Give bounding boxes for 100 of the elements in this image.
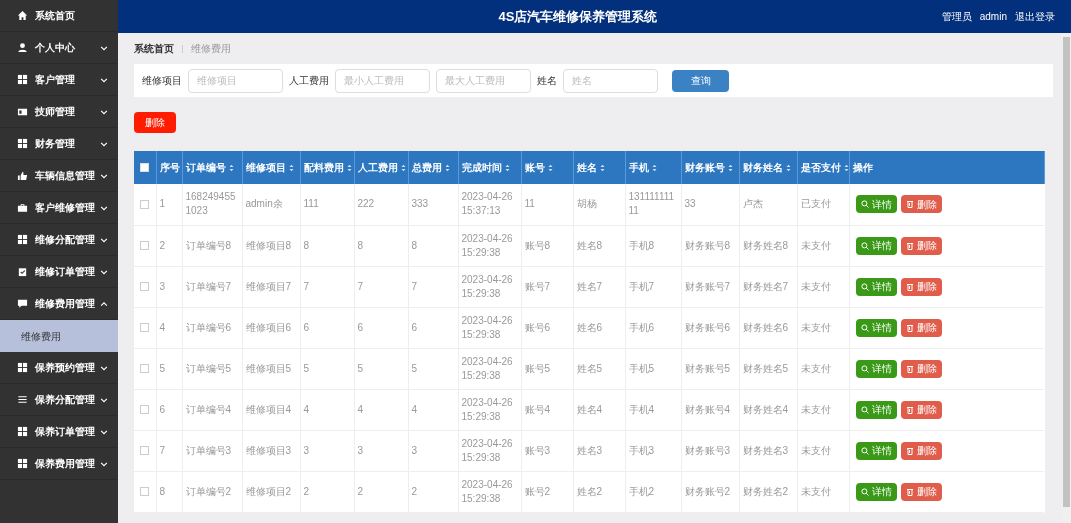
sidebar-item[interactable]: 维修分配管理 — [0, 224, 118, 256]
sort-icon[interactable] — [843, 163, 849, 172]
sidebar-item[interactable]: 保养费用管理 — [0, 448, 118, 480]
sort-icon[interactable] — [400, 163, 406, 172]
column-header[interactable]: 人工费用 — [357, 160, 406, 175]
sidebar-item[interactable]: 维修订单管理 — [0, 256, 118, 288]
sort-icon[interactable] — [346, 163, 352, 172]
table-cell: 222 — [354, 184, 408, 225]
row-checkbox[interactable] — [140, 241, 149, 250]
detail-button[interactable]: 详情 — [855, 195, 897, 214]
sort-icon[interactable] — [504, 163, 510, 172]
delete-button[interactable]: 删除 — [900, 277, 942, 296]
table-cell: 姓名3 — [573, 430, 625, 471]
column-header[interactable]: 完成时间 — [461, 160, 510, 175]
delete-button[interactable]: 删除 — [900, 482, 942, 501]
row-checkbox[interactable] — [140, 487, 149, 496]
sort-icon[interactable] — [785, 163, 791, 172]
table-cell: 8 — [300, 225, 354, 266]
row-checkbox[interactable] — [140, 364, 149, 373]
detail-button[interactable]: 详情 — [855, 359, 897, 378]
column-header[interactable]: 维修项目 — [245, 160, 294, 175]
sort-icon[interactable] — [727, 163, 733, 172]
breadcrumb-item[interactable]: 系统首页 — [134, 41, 174, 56]
delete-button[interactable]: 删除 — [900, 236, 942, 255]
delete-button[interactable]: 删除 — [900, 441, 942, 460]
sidebar-item[interactable]: 个人中心 — [0, 32, 118, 64]
search-button[interactable]: 查询 — [672, 69, 729, 92]
row-checkbox[interactable] — [140, 446, 149, 455]
column-header[interactable]: 订单编号 — [185, 160, 234, 175]
search-icon — [860, 241, 869, 250]
input-field[interactable]: 最大人工费用 — [436, 68, 531, 93]
person-icon — [17, 42, 28, 53]
row-checkbox[interactable] — [140, 323, 149, 332]
detail-button[interactable]: 详情 — [855, 400, 897, 419]
breadcrumb-item[interactable]: 维修费用 — [191, 41, 231, 56]
table-cell: 财务姓名8 — [739, 225, 797, 266]
table-cell: 4 — [354, 389, 408, 430]
detail-button[interactable]: 详情 — [855, 236, 897, 255]
column-header[interactable]: 账号 — [524, 160, 553, 175]
row-checkbox[interactable] — [140, 282, 149, 291]
table-cell: 7 — [300, 266, 354, 307]
delete-button[interactable]: 删除 — [134, 112, 176, 133]
column-header[interactable]: 财务姓名 — [742, 160, 791, 175]
sort-icon[interactable] — [444, 163, 450, 172]
table-cell: 5 — [408, 348, 458, 389]
table-cell: 2023-04-26 15:29:38 — [458, 348, 521, 389]
column-header[interactable]: 手机 — [628, 160, 657, 175]
delete-button[interactable]: 删除 — [900, 359, 942, 378]
table-cell: 7 — [354, 266, 408, 307]
detail-button[interactable]: 详情 — [855, 277, 897, 296]
delete-button[interactable]: 删除 — [900, 195, 942, 214]
table-cell: 财务姓名7 — [739, 266, 797, 307]
row-checkbox[interactable] — [140, 405, 149, 414]
sidebar-item[interactable]: 保养预约管理 — [0, 352, 118, 384]
table-cell: 财务姓名4 — [739, 389, 797, 430]
table-cell: 未支付 — [797, 225, 849, 266]
sidebar-item[interactable]: 财务管理 — [0, 128, 118, 160]
sort-icon[interactable] — [547, 163, 553, 172]
search-icon — [860, 487, 869, 496]
sidebar-item[interactable]: 保养订单管理 — [0, 416, 118, 448]
delete-button[interactable]: 删除 — [900, 318, 942, 337]
home-icon — [17, 10, 28, 21]
sidebar-subitem[interactable]: 维修费用 — [0, 320, 118, 352]
row-checkbox[interactable] — [140, 199, 149, 209]
sidebar-item[interactable]: 客户维修管理 — [0, 192, 118, 224]
sidebar-item[interactable]: 保养分配管理 — [0, 384, 118, 416]
logout-link[interactable]: 退出登录 — [1015, 9, 1055, 24]
sort-icon[interactable] — [651, 163, 657, 172]
detail-button[interactable]: 详情 — [855, 318, 897, 337]
table-cell: 账号7 — [521, 266, 573, 307]
column-header[interactable]: 配料费用 — [303, 160, 352, 175]
grid-icon — [17, 458, 28, 469]
column-header[interactable]: 是否支付 — [800, 160, 849, 175]
column-header[interactable]: 姓名 — [576, 160, 605, 175]
sort-icon[interactable] — [288, 163, 294, 172]
search-icon — [860, 200, 869, 209]
input-field[interactable]: 姓名 — [563, 68, 658, 93]
scrollbar-thumb[interactable] — [1063, 37, 1070, 507]
input-field[interactable]: 最小人工费用 — [335, 68, 430, 93]
sidebar-item[interactable]: 客户管理 — [0, 64, 118, 96]
column-header[interactable]: 财务账号 — [684, 160, 733, 175]
input-field[interactable]: 维修项目 — [188, 68, 283, 93]
select-all-checkbox[interactable] — [140, 163, 149, 172]
sidebar-item[interactable]: 车辆信息管理 — [0, 160, 118, 192]
sidebar-item[interactable]: 技师管理 — [0, 96, 118, 128]
table-cell: 未支付 — [797, 389, 849, 430]
detail-button[interactable]: 详情 — [855, 482, 897, 501]
delete-button[interactable]: 删除 — [900, 400, 942, 419]
sort-icon[interactable] — [228, 163, 234, 172]
thumbs-up-icon — [17, 170, 28, 181]
column-header[interactable]: 总费用 — [411, 160, 450, 175]
detail-button[interactable]: 详情 — [855, 441, 897, 460]
table-cell: 财务姓名3 — [739, 430, 797, 471]
table-cell: 未支付 — [797, 307, 849, 348]
table-cell: 手机6 — [625, 307, 681, 348]
table-cell: 账号2 — [521, 471, 573, 512]
table-cell: 手机2 — [625, 471, 681, 512]
sort-icon[interactable] — [599, 163, 605, 172]
table-cell: 未支付 — [797, 430, 849, 471]
table-cell: 33 — [681, 184, 739, 225]
